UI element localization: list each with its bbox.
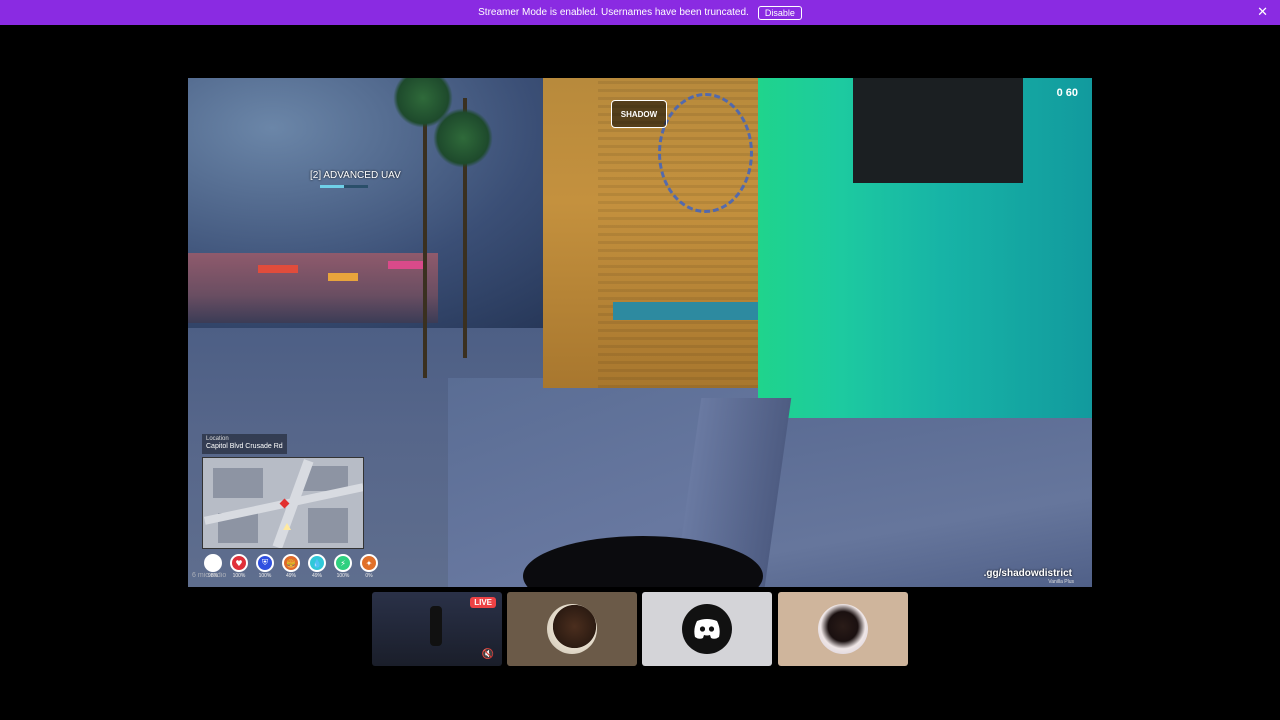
server-subtitle: Vanilla Plus xyxy=(1048,579,1074,585)
discord-logo-icon xyxy=(682,604,732,654)
status-item: ✦ 0% xyxy=(358,554,380,579)
stamina-icon: ⚡ xyxy=(334,554,352,572)
fps-counter: 0 60 xyxy=(1056,87,1078,99)
game-mural xyxy=(658,93,753,213)
participant-tile[interactable] xyxy=(778,592,908,666)
radio-note: 6 mic radio xyxy=(192,572,227,579)
location-title: Location xyxy=(206,436,229,442)
status-bar: 🎙 98% ♥ 100% ⛨ 100% 🍔 49% 💧 49% ⚡ 100% ✦ 0% xyxy=(202,554,380,579)
stream-video[interactable]: SHADOW [2] ADVANCED UAV 0 60 Location Ca… xyxy=(188,78,1092,587)
minimap xyxy=(202,457,364,549)
status-item: 💧 49% xyxy=(306,554,328,579)
participant-tile[interactable] xyxy=(507,592,637,666)
game-awning xyxy=(613,302,758,320)
status-percent: 100% xyxy=(336,573,350,579)
location-panel: Location Capitol Blvd Crusade Rd xyxy=(202,434,287,454)
status-item: ♥ 100% xyxy=(228,554,250,579)
map-player-icon xyxy=(283,523,291,530)
stress-icon: ✦ xyxy=(360,554,378,572)
status-item: ⛨ 100% xyxy=(254,554,276,579)
banner-message: Streamer Mode is enabled. Usernames have… xyxy=(478,7,749,18)
hunger-icon: 🍔 xyxy=(282,554,300,572)
mic-icon: 🎙 xyxy=(204,554,222,572)
status-percent: 49% xyxy=(285,573,296,579)
status-item: ⚡ 100% xyxy=(332,554,354,579)
status-percent: 0% xyxy=(365,573,373,579)
game-shops xyxy=(188,253,438,323)
uav-label: [2] ADVANCED UAV xyxy=(310,170,401,181)
location-value: Capitol Blvd Crusade Rd xyxy=(206,443,283,451)
discord-invite-text: .gg/shadowdistrict xyxy=(983,568,1072,579)
status-percent: 100% xyxy=(232,573,246,579)
status-percent: 49% xyxy=(311,573,322,579)
thirst-icon: 💧 xyxy=(308,554,326,572)
stream-preview xyxy=(430,606,442,646)
armor-icon: ⛨ xyxy=(256,554,274,572)
participant-tile[interactable] xyxy=(642,592,772,666)
mute-icon[interactable]: 🔇 xyxy=(482,649,494,660)
live-badge: LIVE xyxy=(470,597,496,608)
status-percent: 100% xyxy=(258,573,272,579)
streamer-mode-banner: Streamer Mode is enabled. Usernames have… xyxy=(0,0,1280,25)
uav-progress-bar xyxy=(320,185,368,188)
disable-streamer-mode-button[interactable]: Disable xyxy=(757,5,802,20)
status-item: 🍔 49% xyxy=(280,554,302,579)
avatar xyxy=(818,604,868,654)
participant-tile-stream[interactable]: LIVE 🔇 xyxy=(372,592,502,666)
server-logo: SHADOW xyxy=(611,100,667,128)
health-icon: ♥ xyxy=(230,554,248,572)
avatar xyxy=(547,604,597,654)
close-icon[interactable]: ✕ xyxy=(1257,5,1268,20)
